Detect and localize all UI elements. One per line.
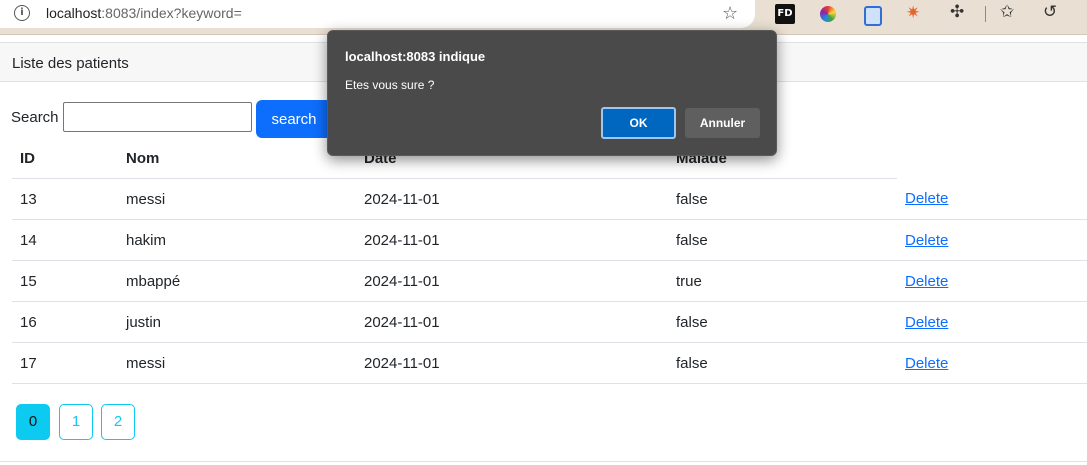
delete-link[interactable]: Delete	[905, 232, 948, 249]
cell-malade: false	[668, 219, 897, 261]
site-info-icon[interactable]: i	[14, 5, 30, 21]
copy-icon[interactable]	[864, 6, 882, 26]
color-wheel-icon[interactable]	[820, 6, 836, 22]
cell-date: 2024-11-01	[356, 342, 668, 384]
cell-malade: true	[668, 260, 897, 302]
search-label: Search	[11, 109, 59, 126]
cell-date: 2024-11-01	[356, 301, 668, 343]
ok-button[interactable]: OK	[601, 107, 676, 139]
toolbar-divider	[985, 6, 986, 22]
cell-nom: messi	[118, 178, 356, 220]
confirm-dialog: localhost:8083 indique Etes vous sure ? …	[327, 30, 777, 156]
cell-id: 17	[12, 342, 118, 384]
page-button-2[interactable]: 2	[101, 404, 135, 440]
cell-id: 14	[12, 219, 118, 261]
fd-extension-icon[interactable]: FD	[775, 4, 795, 24]
cell-nom: justin	[118, 301, 356, 343]
cell-date: 2024-11-01	[356, 219, 668, 261]
search-input[interactable]	[63, 102, 252, 132]
search-button[interactable]: search	[256, 100, 332, 138]
page-button-1[interactable]: 1	[59, 404, 93, 440]
url-path: :8083/index?keyword=	[101, 5, 242, 21]
column-header-id: ID	[12, 138, 118, 179]
cell-malade: false	[668, 301, 897, 343]
delete-link[interactable]: Delete	[905, 314, 948, 331]
cell-action: Delete	[897, 301, 1087, 343]
delete-link[interactable]: Delete	[905, 190, 948, 207]
cell-action: Delete	[897, 178, 1087, 220]
column-header-nom: Nom	[118, 138, 356, 179]
cell-date: 2024-11-01	[356, 178, 668, 220]
table-row: 15 mbappé 2024-11-01 true Delete	[12, 260, 1087, 302]
delete-link[interactable]: Delete	[905, 355, 948, 372]
cell-id: 16	[12, 301, 118, 343]
delete-link[interactable]: Delete	[905, 273, 948, 290]
history-icon[interactable]: ↺	[1043, 2, 1063, 22]
page-button-0[interactable]: 0	[16, 404, 50, 440]
column-header-action	[897, 138, 1087, 179]
cell-action: Delete	[897, 260, 1087, 302]
patients-table: ID Nom Date Malade 13 messi 2024-11-01 f…	[12, 138, 1087, 384]
dialog-message: Etes vous sure ?	[345, 78, 435, 92]
cell-id: 13	[12, 178, 118, 220]
cell-nom: mbappé	[118, 260, 356, 302]
dialog-title: localhost:8083 indique	[345, 49, 486, 64]
page-title: Liste des patients	[12, 55, 129, 72]
cancel-button[interactable]: Annuler	[685, 108, 760, 138]
page-divider	[0, 461, 1087, 462]
cell-action: Delete	[897, 342, 1087, 384]
cell-id: 15	[12, 260, 118, 302]
table-row: 13 messi 2024-11-01 false Delete	[12, 178, 1087, 220]
table-row: 17 messi 2024-11-01 false Delete	[12, 342, 1087, 384]
table-row: 16 justin 2024-11-01 false Delete	[12, 301, 1087, 343]
cell-malade: false	[668, 178, 897, 220]
table-row: 14 hakim 2024-11-01 false Delete	[12, 219, 1087, 261]
favorite-star-icon[interactable]: ☆	[722, 3, 738, 24]
cell-date: 2024-11-01	[356, 260, 668, 302]
cell-malade: false	[668, 342, 897, 384]
favorites-icon[interactable]: ✩	[1000, 2, 1020, 22]
spark-icon[interactable]: ✷	[906, 3, 926, 23]
cell-nom: messi	[118, 342, 356, 384]
cell-nom: hakim	[118, 219, 356, 261]
url-text[interactable]: localhost:8083/index?keyword=	[46, 5, 242, 21]
cell-action: Delete	[897, 219, 1087, 261]
address-bar[interactable]: i localhost:8083/index?keyword= ☆	[0, 0, 755, 28]
url-host: localhost	[46, 5, 102, 21]
puzzle-icon[interactable]: ✣	[950, 2, 970, 22]
